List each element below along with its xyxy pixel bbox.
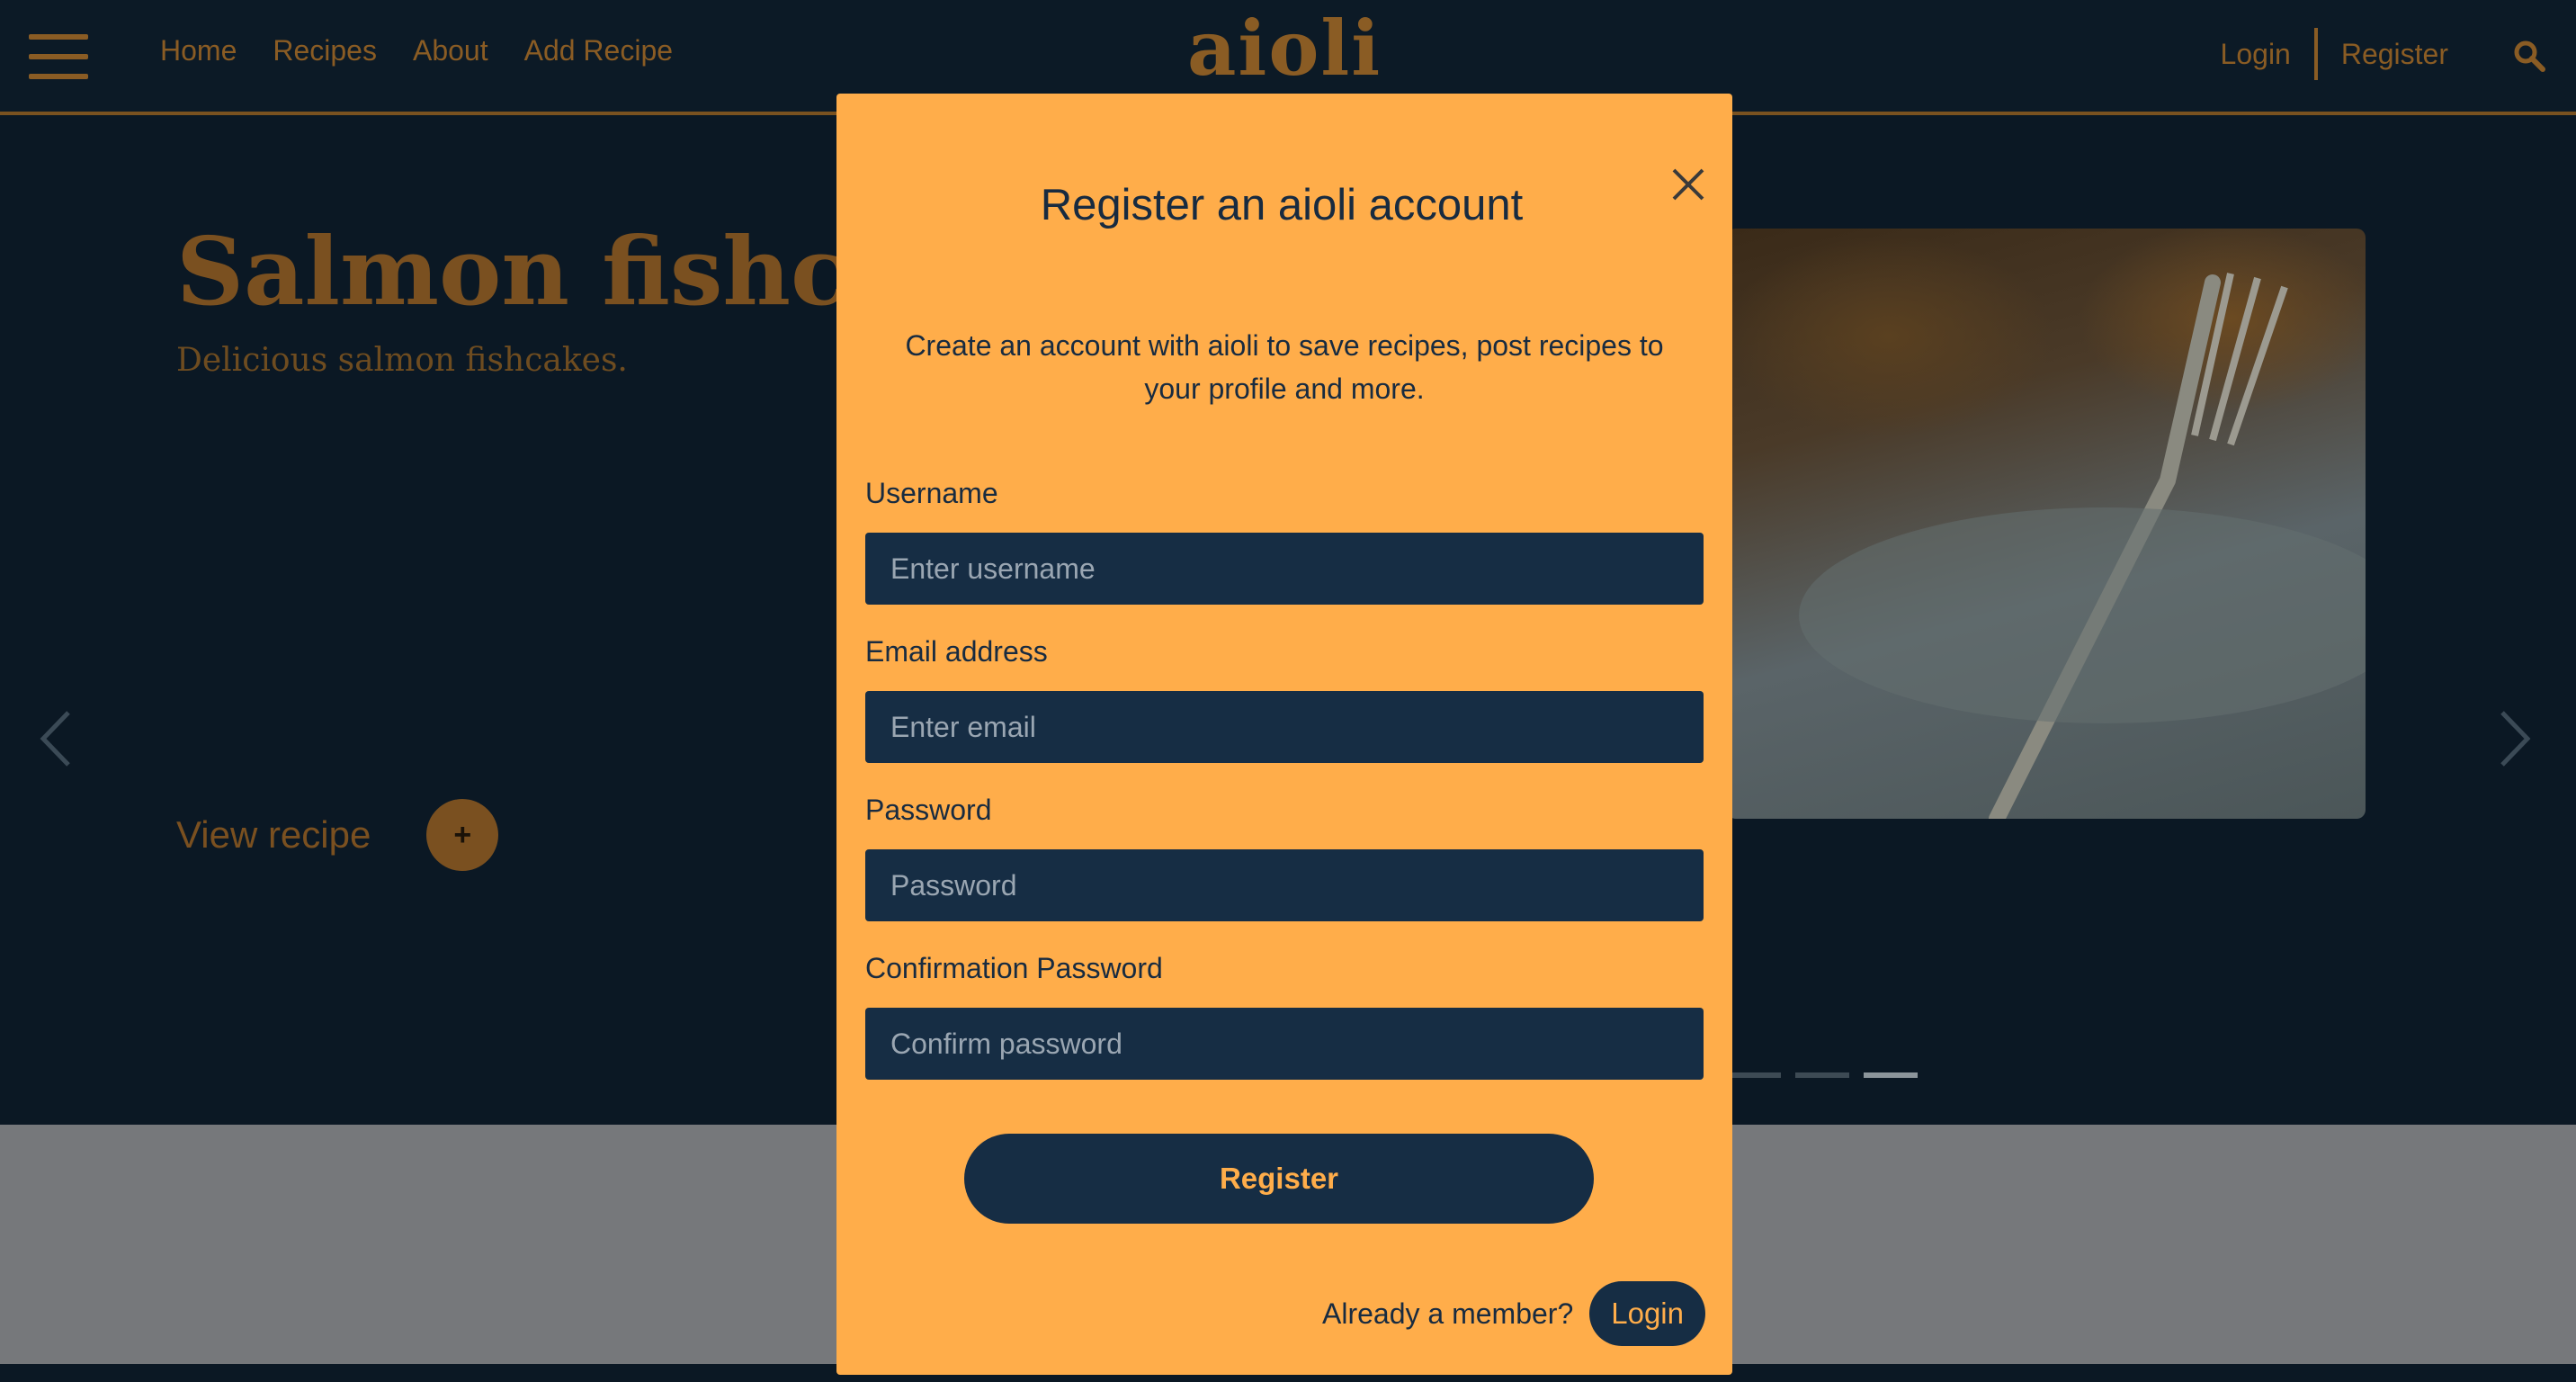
view-recipe-link[interactable]: View recipe + xyxy=(176,799,499,871)
hamburger-menu-icon[interactable] xyxy=(29,34,88,79)
nav-link-about[interactable]: About xyxy=(413,34,488,67)
username-input[interactable] xyxy=(865,533,1704,605)
chevron-right-icon[interactable] xyxy=(2497,709,2533,768)
plus-button[interactable]: + xyxy=(426,799,499,871)
fork-graphic xyxy=(1799,273,2366,819)
already-member-row: Already a member? Login xyxy=(1322,1281,1705,1346)
close-icon[interactable] xyxy=(1669,166,1707,203)
modal-description: Create an account with aioli to save rec… xyxy=(905,329,1664,405)
email-input[interactable] xyxy=(865,691,1704,763)
modal-login-button[interactable]: Login xyxy=(1589,1281,1705,1346)
auth-links: Login Register xyxy=(2197,27,2472,81)
carousel-indicator[interactable] xyxy=(1795,1072,1849,1078)
confirm-password-label: Confirmation Password xyxy=(865,952,1163,984)
carousel-indicator[interactable] xyxy=(1727,1072,1781,1078)
password-input[interactable] xyxy=(865,849,1704,921)
view-recipe-label: View recipe xyxy=(176,813,371,856)
register-modal: Register an aioli account Create an acco… xyxy=(836,94,1732,1375)
hero-subtitle: Delicious salmon fishcakes. xyxy=(176,342,628,379)
brand-logo[interactable]: aioli xyxy=(1187,2,1382,95)
nav-links: Home Recipes About Add Recipe xyxy=(160,34,673,67)
carousel-indicator-active[interactable] xyxy=(1864,1072,1918,1078)
search-icon[interactable] xyxy=(2513,40,2545,72)
confirm-password-input[interactable] xyxy=(865,1008,1704,1080)
nav-link-recipes[interactable]: Recipes xyxy=(273,34,377,67)
hero-food-image xyxy=(1727,229,2366,819)
already-member-text: Already a member? xyxy=(1322,1297,1574,1330)
modal-title: Register an aioli account xyxy=(1040,181,1524,229)
register-submit-button[interactable]: Register xyxy=(964,1134,1594,1224)
nav-link-home[interactable]: Home xyxy=(160,34,237,67)
password-label: Password xyxy=(865,794,992,826)
carousel-indicators xyxy=(1727,1072,1918,1078)
chevron-left-icon[interactable] xyxy=(38,709,74,768)
nav-register-link[interactable]: Register xyxy=(2318,38,2472,71)
nav-login-link[interactable]: Login xyxy=(2197,38,2314,71)
username-label: Username xyxy=(865,477,998,509)
email-label: Email address xyxy=(865,635,1048,668)
nav-link-add-recipe[interactable]: Add Recipe xyxy=(524,34,673,67)
